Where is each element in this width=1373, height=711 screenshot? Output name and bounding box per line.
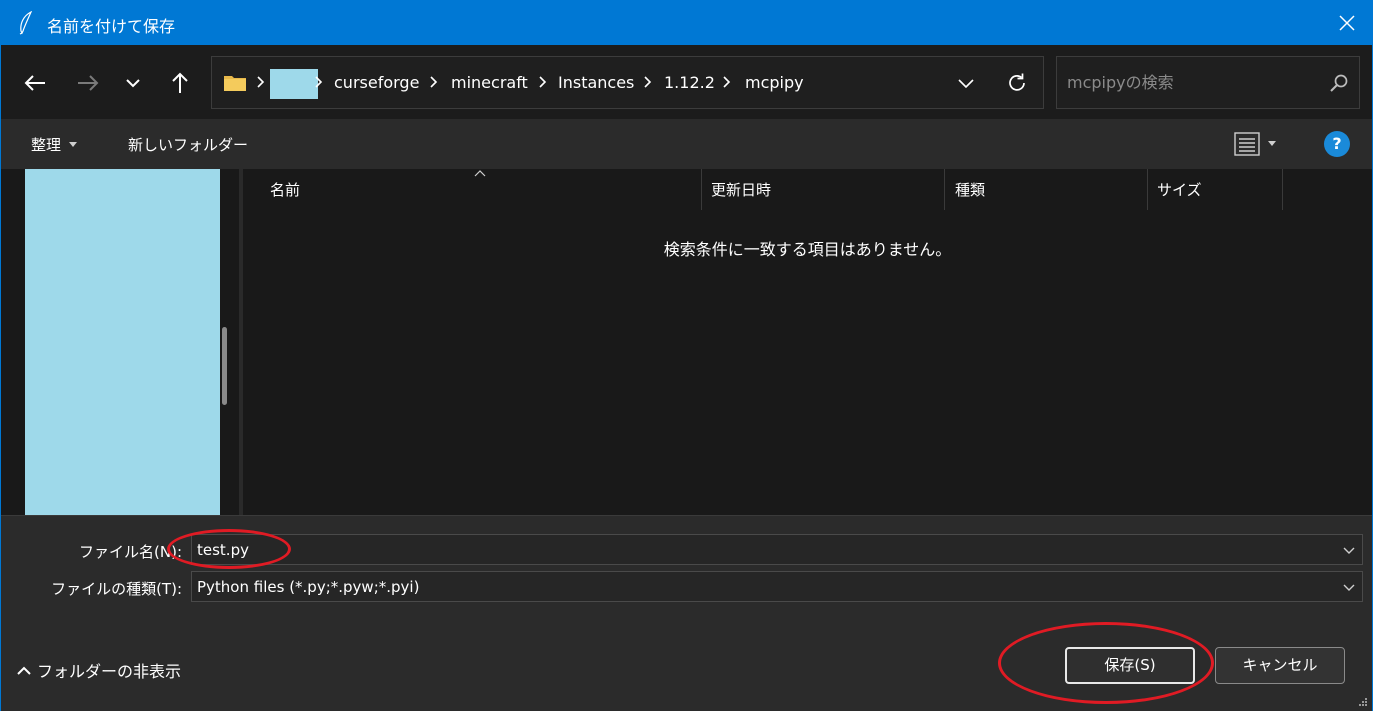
column-divider[interactable] <box>944 169 945 210</box>
breadcrumb-instances[interactable]: Instances <box>558 73 634 92</box>
breadcrumb-mcpipy[interactable]: mcpipy <box>745 73 804 92</box>
chevron-down-icon <box>126 79 140 88</box>
recent-locations-button[interactable] <box>116 67 150 99</box>
navigation-bar: curseforge minecraft Instances 1.12.2 mc… <box>1 45 1372 119</box>
close-button[interactable] <box>1322 1 1372 45</box>
navigation-scrollbar[interactable] <box>222 327 227 405</box>
save-as-dialog: 名前を付けて保存 curseforge minecraft Instances … <box>0 0 1373 711</box>
column-divider[interactable] <box>1282 169 1283 210</box>
view-options-button[interactable] <box>1234 131 1284 159</box>
save-button[interactable]: 保存(S) <box>1065 647 1195 684</box>
organize-label: 整理 <box>31 136 62 154</box>
close-icon <box>1339 15 1355 31</box>
chevron-up-icon <box>17 666 31 675</box>
title-bar: 名前を付けて保存 <box>1 1 1372 45</box>
filename-input[interactable]: test.py <box>197 541 249 559</box>
breadcrumb-minecraft[interactable]: minecraft <box>451 73 528 92</box>
help-button[interactable]: ? <box>1324 131 1350 157</box>
hide-folders-toggle[interactable]: フォルダーの非表示 <box>17 658 181 682</box>
refresh-icon <box>1009 73 1025 91</box>
empty-results-message: 検索条件に一致する項目はありません。 <box>663 240 952 259</box>
chevron-down-icon[interactable] <box>1342 580 1356 594</box>
filetype-label: ファイルの種類(T): <box>51 580 182 598</box>
column-header-modified[interactable]: 更新日時 <box>711 179 771 200</box>
chevron-right-icon <box>257 76 265 88</box>
chevron-right-icon <box>315 76 323 88</box>
column-header-size[interactable]: サイズ <box>1157 179 1202 200</box>
chevron-right-icon[interactable] <box>643 74 653 90</box>
sort-ascending-icon <box>474 170 486 177</box>
cancel-button[interactable]: キャンセル <box>1215 647 1345 684</box>
redacted-navigation-tree <box>25 169 220 527</box>
redacted-path-segment <box>270 69 318 99</box>
command-bar: 整理 新しいフォルダー ? <box>1 119 1372 169</box>
filename-label: ファイル名(N): <box>79 543 182 561</box>
column-divider[interactable] <box>1147 169 1148 210</box>
filename-combobox[interactable]: test.py <box>191 534 1363 565</box>
search-input[interactable] <box>1057 57 1317 108</box>
caret-down-icon <box>1268 141 1276 146</box>
folder-icon <box>224 76 246 91</box>
filetype-value: Python files (*.py;*.pyw;*.pyi) <box>197 578 420 596</box>
organize-button[interactable]: 整理 <box>31 134 78 155</box>
caret-down-icon <box>69 142 78 147</box>
save-options-panel: ファイル名(N): test.py ファイルの種類(T): Python fil… <box>1 515 1372 711</box>
breadcrumb-version[interactable]: 1.12.2 <box>664 73 715 92</box>
arrow-up-icon <box>172 72 188 93</box>
up-button[interactable] <box>163 67 197 99</box>
chevron-down-icon <box>958 79 974 88</box>
list-view-icon <box>1234 132 1260 156</box>
breadcrumb-curseforge[interactable]: curseforge <box>334 73 419 92</box>
chevron-right-icon[interactable] <box>429 74 439 90</box>
arrow-right-icon <box>78 75 99 91</box>
filetype-select[interactable]: Python files (*.py;*.pyw;*.pyi) <box>191 571 1363 602</box>
column-divider[interactable] <box>701 169 702 210</box>
new-folder-button[interactable]: 新しいフォルダー <box>128 134 248 155</box>
refresh-button[interactable] <box>1002 68 1032 98</box>
address-history-button[interactable] <box>952 69 980 97</box>
search-box[interactable] <box>1056 56 1360 109</box>
window-title: 名前を付けて保存 <box>47 17 176 36</box>
back-button[interactable] <box>18 67 52 99</box>
column-header-name[interactable]: 名前 <box>270 179 300 200</box>
forward-button[interactable] <box>71 67 105 99</box>
file-list[interactable]: 名前 更新日時 種類 サイズ 検索条件に一致する項目はありません。 <box>243 169 1372 515</box>
address-bar[interactable]: curseforge minecraft Instances 1.12.2 mc… <box>211 56 1044 109</box>
navigation-pane[interactable] <box>1 169 241 527</box>
resize-grip-icon[interactable] <box>1358 697 1368 707</box>
search-icon[interactable] <box>1329 73 1349 93</box>
chevron-down-icon[interactable] <box>1342 543 1356 557</box>
column-header-type[interactable]: 種類 <box>955 179 985 200</box>
arrow-left-icon <box>24 75 45 91</box>
hide-folders-label: フォルダーの非表示 <box>37 662 182 681</box>
chevron-right-icon[interactable] <box>538 74 548 90</box>
feather-icon <box>19 11 33 35</box>
chevron-right-icon[interactable] <box>722 74 732 90</box>
